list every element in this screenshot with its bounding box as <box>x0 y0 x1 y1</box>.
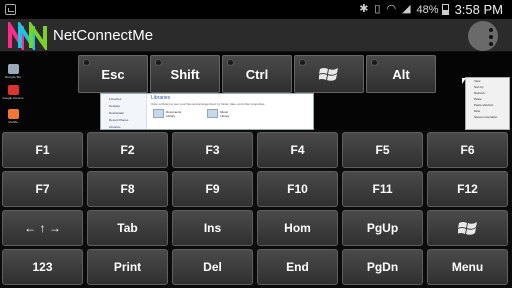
key-f7[interactable]: F7 <box>2 171 83 207</box>
key-print[interactable]: Print <box>87 249 168 285</box>
windows-logo-icon <box>457 222 477 235</box>
app-logo-icon <box>8 22 47 50</box>
status-icons: ✱ ▯ ◠ ◢ 48% 3:58 PM <box>359 0 512 19</box>
app-bar: NetConnectMe <box>0 19 512 52</box>
music-library-icon <box>207 109 219 118</box>
mozilla-icon <box>7 109 19 119</box>
library-kind: Library <box>220 113 230 118</box>
nav-item[interactable]: Desktop <box>109 104 146 108</box>
chrome-icon <box>7 85 19 95</box>
desktop-icon-label: Recycle Bin <box>5 75 21 79</box>
key-led-icon <box>227 59 234 66</box>
bluetooth-icon: ✱ <box>359 3 369 15</box>
battery-indicator: 48% <box>417 4 449 16</box>
library-name: Documents <box>166 109 182 114</box>
explorer-nav-pane: Favorites Desktop Downloads Recent Place… <box>101 94 147 129</box>
key-pgdn[interactable]: PgDn <box>342 249 423 285</box>
key-f9[interactable]: F9 <box>172 171 253 207</box>
vibrate-icon: ▯ <box>374 3 381 15</box>
desktop-icon-chrome[interactable]: Google Chrome <box>2 85 24 100</box>
status-bar: ✱ ▯ ◠ ◢ 48% 3:58 PM <box>0 0 512 19</box>
desktop-icon-mozilla[interactable]: Mozilla <box>4 109 22 124</box>
battery-icon <box>441 4 449 15</box>
key-arrows[interactable]: ← ↑ → <box>2 210 83 246</box>
context-menu[interactable]: View Sort by Refresh Paste Paste shortcu… <box>465 77 510 130</box>
windows-logo-icon <box>319 68 338 81</box>
key-f6[interactable]: F6 <box>427 132 508 168</box>
nav-item[interactable]: Libraries <box>109 125 146 129</box>
key-del[interactable]: Del <box>172 249 253 285</box>
documents-library-icon <box>153 109 164 118</box>
key-ins[interactable]: Ins <box>172 210 253 246</box>
desktop-icon-recycle-bin[interactable]: Recycle Bin <box>4 64 22 79</box>
recycle-bin-icon <box>7 64 19 74</box>
key-tab[interactable]: Tab <box>87 210 168 246</box>
key-f12[interactable]: F12 <box>427 171 508 207</box>
battery-percent: 48% <box>416 3 439 16</box>
context-menu-item[interactable]: Screen resolution <box>466 114 509 120</box>
key-f4[interactable]: F4 <box>257 132 338 168</box>
key-led-icon <box>83 59 90 66</box>
key-label: Alt <box>392 66 410 82</box>
key-f3[interactable]: F3 <box>172 132 253 168</box>
nav-item[interactable]: Favorites <box>109 97 146 101</box>
windows-key[interactable] <box>294 55 364 93</box>
library-kind: Library <box>166 113 176 118</box>
library-list: Documents Library Music Library <box>153 109 229 118</box>
library-name: Music <box>220 109 229 114</box>
alt-key[interactable]: Alt <box>366 55 436 93</box>
app-title: NetConnectMe <box>53 27 154 44</box>
key-f10[interactable]: F10 <box>257 171 338 207</box>
key-menu[interactable]: Menu <box>427 249 508 285</box>
overflow-menu-icon <box>489 28 493 46</box>
desktop-icon-label: Mozilla <box>8 120 18 124</box>
key-f11[interactable]: F11 <box>342 171 423 207</box>
key-label: Shift <box>170 66 200 82</box>
key-f1[interactable]: F1 <box>2 132 83 168</box>
nav-item[interactable]: Downloads <box>109 111 146 115</box>
key-windows[interactable] <box>427 210 508 246</box>
function-keyboard: F1 F2 F3 F4 F5 F6 F7 F8 F9 F10 F11 F12 ←… <box>0 130 512 288</box>
key-home[interactable]: Hom <box>257 210 338 246</box>
explorer-window[interactable]: Favorites Desktop Downloads Recent Place… <box>100 93 314 130</box>
key-pgup[interactable]: PgUp <box>342 210 423 246</box>
desktop-icon-label: Google Chrome <box>2 96 24 100</box>
explorer-subtitle: Open a library to see your files and arr… <box>151 102 266 106</box>
key-label: Esc <box>101 66 125 82</box>
mouse-cursor-icon <box>462 78 466 84</box>
key-led-icon <box>299 59 306 66</box>
signal-icon: ◢ <box>402 3 411 15</box>
library-item[interactable]: Documents Library <box>153 109 181 118</box>
overflow-menu-button[interactable] <box>468 21 498 51</box>
key-label: Ctrl <box>245 66 269 82</box>
key-end[interactable]: End <box>257 249 338 285</box>
esc-key[interactable]: Esc <box>78 55 148 93</box>
key-f5[interactable]: F5 <box>342 132 423 168</box>
key-led-icon <box>155 59 162 66</box>
key-f2[interactable]: F2 <box>87 132 168 168</box>
explorer-header: Libraries <box>151 95 171 101</box>
shift-key[interactable]: Shift <box>150 55 220 93</box>
key-123[interactable]: 123 <box>2 249 83 285</box>
status-time: 3:58 PM <box>454 2 503 17</box>
wifi-icon: ◠ <box>386 3 397 15</box>
key-f8[interactable]: F8 <box>87 171 168 207</box>
key-led-icon <box>371 59 378 66</box>
library-item[interactable]: Music Library <box>207 109 229 118</box>
ctrl-key[interactable]: Ctrl <box>222 55 292 93</box>
nav-item[interactable]: Recent Places <box>109 118 146 122</box>
notification-icon <box>5 4 16 15</box>
